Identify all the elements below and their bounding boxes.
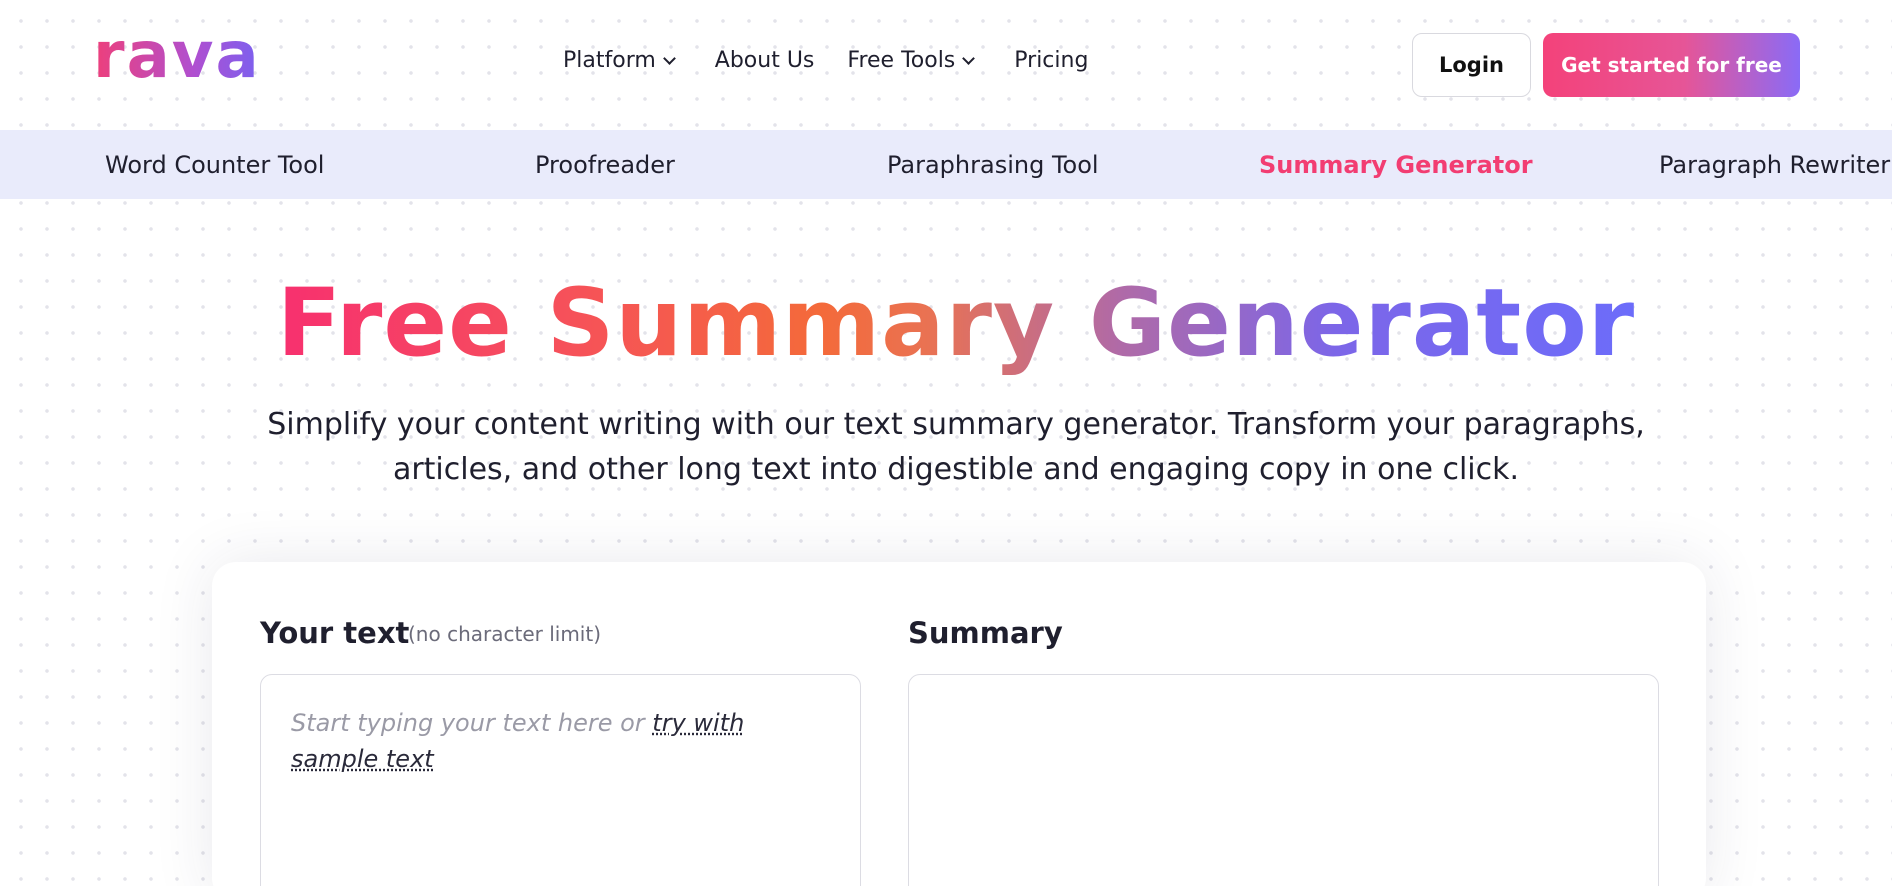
get-started-button[interactable]: Get started for free: [1543, 33, 1800, 97]
nav-free-tools[interactable]: Free Tools: [847, 48, 976, 73]
login-button[interactable]: Login: [1412, 33, 1531, 97]
text-input-area[interactable]: Start typing your text here or try with …: [260, 674, 861, 886]
input-placeholder: Start typing your text here or try with …: [291, 705, 831, 777]
tab-proofreader[interactable]: Proofreader: [535, 130, 675, 199]
nav-pricing-label: Pricing: [1014, 48, 1089, 73]
nav-platform-label: Platform: [563, 48, 656, 73]
input-note: (no character limit): [408, 622, 601, 646]
nav-free-tools-label: Free Tools: [847, 48, 956, 73]
nav-about-label: About Us: [714, 48, 815, 73]
summary-label: Summary: [908, 616, 1063, 650]
main-nav: Platform About Us Free Tools Pricing: [563, 48, 1088, 73]
summary-output-area[interactable]: [908, 674, 1659, 886]
site-header: rava Platform About Us Free Tools Pricin…: [0, 0, 1892, 130]
rava-logo[interactable]: rava: [93, 24, 261, 88]
page-title-text: Free Summary Generator: [276, 269, 1636, 378]
placeholder-text: Start typing your text here or: [291, 709, 645, 737]
tab-summary-generator[interactable]: Summary Generator: [1259, 130, 1533, 199]
tab-paragraph-rewriter[interactable]: Paragraph Rewriter: [1659, 130, 1890, 199]
tab-word-counter[interactable]: Word Counter Tool: [105, 130, 324, 199]
summary-tool-card: Your text (no character limit) Start typ…: [212, 562, 1706, 886]
nav-pricing[interactable]: Pricing: [1014, 48, 1088, 73]
tab-paraphrasing-tool[interactable]: Paraphrasing Tool: [887, 130, 1099, 199]
chevron-down-icon: [662, 51, 676, 65]
input-label: Your text: [260, 616, 410, 650]
page-subtitle: Simplify your content writing with our t…: [267, 407, 1645, 487]
tool-tabs-bar: Word Counter Tool Proofreader Paraphrasi…: [0, 130, 1892, 199]
chevron-down-icon: [962, 51, 976, 65]
nav-about-us[interactable]: About Us: [715, 48, 815, 73]
nav-platform[interactable]: Platform: [563, 48, 676, 73]
page-title: Free Summary Generator: [0, 272, 1892, 375]
